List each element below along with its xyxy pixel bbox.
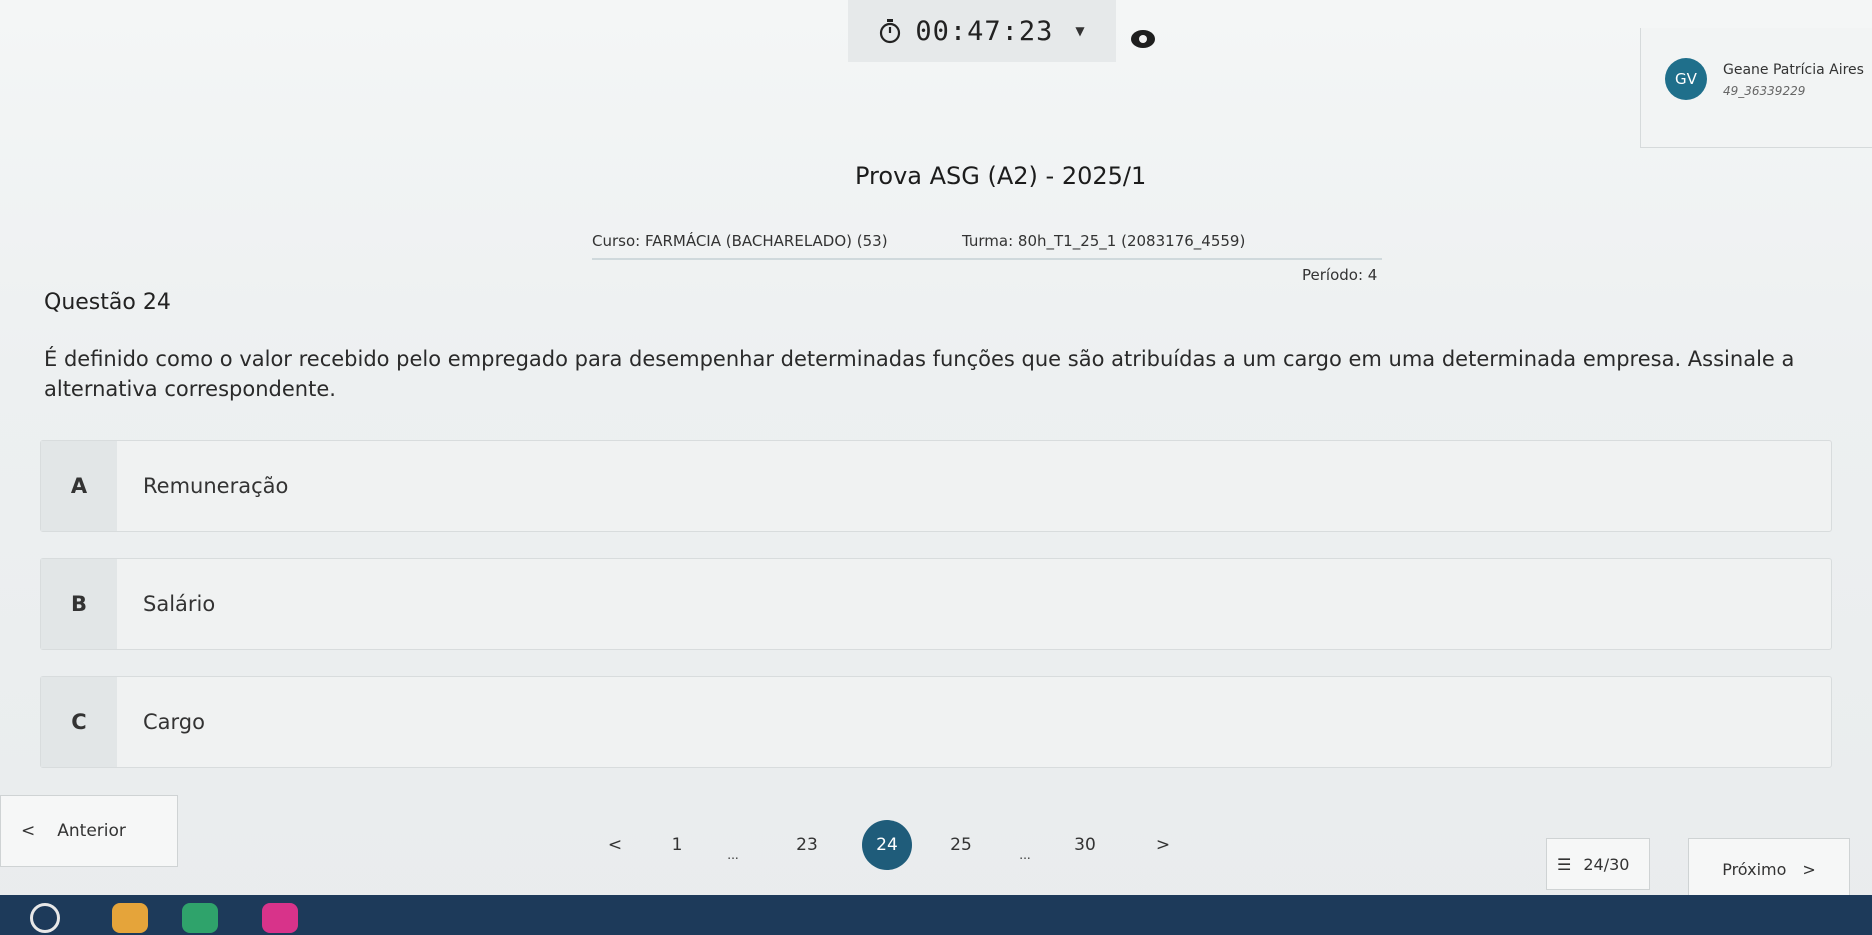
- top-bar: 00:47:23 ▼ GV Geane Patrícia Aires 49_36…: [0, 0, 1872, 150]
- course-info: Curso: FARMÁCIA (BACHARELADO) (53): [592, 232, 888, 250]
- page-1[interactable]: 1: [652, 820, 702, 870]
- question-count-text: 24/30: [1583, 854, 1630, 874]
- option-text: Cargo: [143, 710, 205, 734]
- divider: [592, 258, 1382, 260]
- pagination-prev-icon[interactable]: <: [590, 820, 640, 870]
- taskbar: [0, 895, 1872, 935]
- option-c[interactable]: C Cargo: [40, 676, 1832, 768]
- stopwatch-icon: [879, 18, 901, 44]
- chevron-left-icon: <: [21, 821, 36, 841]
- eye-icon[interactable]: [1130, 28, 1156, 50]
- option-letter: A: [41, 441, 117, 531]
- chevron-right-icon: >: [1802, 859, 1816, 879]
- next-button[interactable]: Próximo >: [1688, 838, 1850, 900]
- list-icon: ☰: [1557, 854, 1572, 874]
- option-letter: C: [41, 677, 117, 767]
- option-text: Remuneração: [143, 474, 289, 498]
- page-25[interactable]: 25: [936, 820, 986, 870]
- previous-button[interactable]: < Anterior: [0, 795, 178, 867]
- pagination-next-icon[interactable]: >: [1138, 820, 1188, 870]
- question-text: É definido como o valor recebido pelo em…: [44, 347, 1795, 401]
- user-id: 49_36339229: [1723, 84, 1806, 98]
- user-name: Geane Patrícia Aires: [1723, 62, 1864, 78]
- exam-title: Prova ASG (A2) - 2025/1: [855, 162, 1147, 190]
- class-info: Turma: 80h_T1_25_1 (2083176_4559): [962, 232, 1246, 250]
- user-info[interactable]: GV Geane Patrícia Aires 49_36339229: [1640, 28, 1872, 148]
- next-label: Próximo: [1722, 859, 1787, 879]
- search-icon[interactable]: [30, 903, 60, 933]
- question-label: Questão 24: [44, 290, 171, 315]
- page-30[interactable]: 30: [1060, 820, 1110, 870]
- files-app-icon[interactable]: [112, 903, 148, 933]
- exam-page: 00:47:23 ▼ GV Geane Patrícia Aires 49_36…: [0, 0, 1872, 935]
- option-letter: B: [41, 559, 117, 649]
- option-a[interactable]: A Remuneração: [40, 440, 1832, 532]
- chevron-down-icon[interactable]: ▼: [1075, 24, 1084, 38]
- period-info: Período: 4: [1302, 266, 1378, 284]
- avatar[interactable]: GV: [1665, 58, 1707, 100]
- timer-text: 00:47:23: [915, 15, 1054, 47]
- timer[interactable]: 00:47:23 ▼: [848, 0, 1116, 62]
- page-ellipsis: ...: [1019, 848, 1031, 862]
- option-text: Salário: [143, 592, 216, 616]
- page-23[interactable]: 23: [782, 820, 832, 870]
- previous-label: Anterior: [57, 821, 126, 841]
- browser-icon[interactable]: [182, 903, 218, 933]
- question-count[interactable]: ☰ 24/30: [1546, 838, 1650, 890]
- page-24-current[interactable]: 24: [862, 820, 912, 870]
- app-icon[interactable]: [262, 903, 298, 933]
- page-ellipsis: ...: [727, 848, 739, 862]
- option-b[interactable]: B Salário: [40, 558, 1832, 650]
